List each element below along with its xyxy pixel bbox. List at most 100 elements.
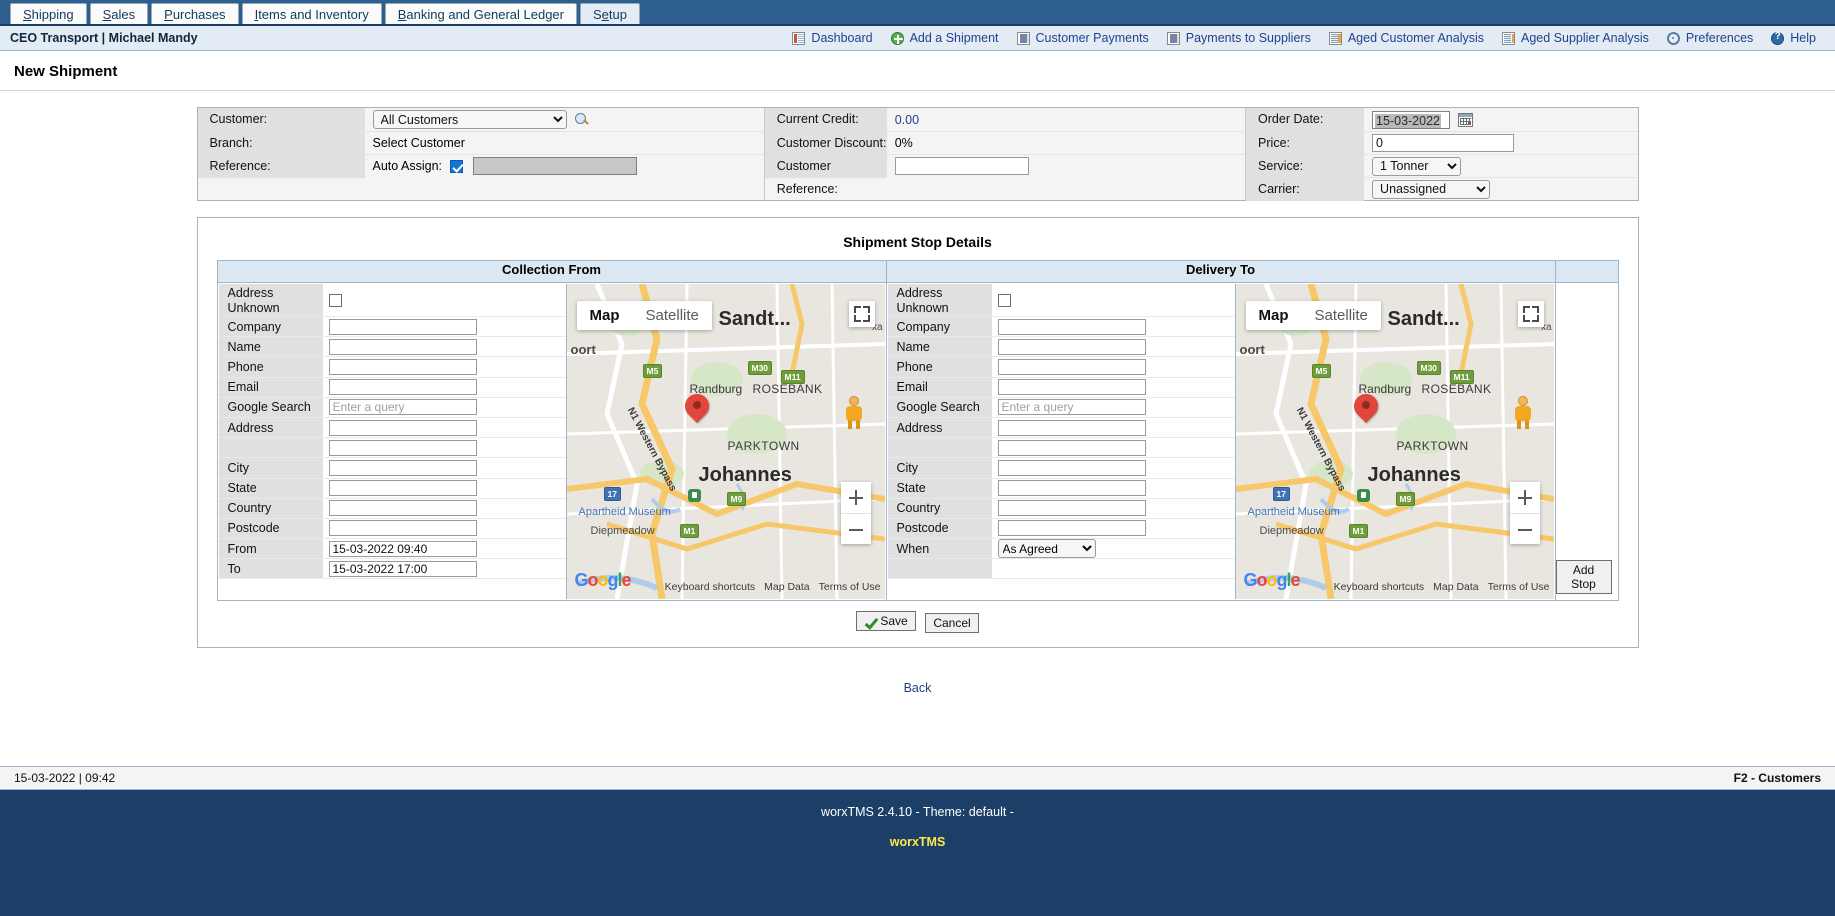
- collection-phone-input[interactable]: [329, 359, 477, 375]
- map-data-label[interactable]: Map Data: [764, 581, 810, 593]
- price-value-cell: [1364, 132, 1637, 155]
- delivery-to-header: Delivery To: [886, 261, 1555, 283]
- toolbar-help[interactable]: Help: [1762, 31, 1825, 45]
- tab-setup[interactable]: Setup: [580, 3, 640, 24]
- book-icon: [1167, 32, 1180, 45]
- map-zoom-in-button[interactable]: [841, 482, 871, 513]
- collection-country-input[interactable]: [329, 500, 477, 516]
- add-stop-button[interactable]: Add Stop: [1556, 560, 1612, 594]
- collection-address-input[interactable]: [329, 420, 477, 436]
- collection-email-label: Email: [219, 378, 323, 397]
- delivery-address-unknown-checkbox[interactable]: [998, 294, 1011, 307]
- map-tab-satellite[interactable]: Satellite: [1302, 301, 1381, 330]
- delivery-state-input[interactable]: [998, 480, 1146, 496]
- map-zoom-out-button[interactable]: [1510, 513, 1540, 544]
- map-tab-map[interactable]: Map: [1246, 301, 1302, 330]
- map-data-label[interactable]: Map Data: [1433, 581, 1479, 593]
- tab-sales[interactable]: Sales: [90, 3, 149, 24]
- delivery-address-unknown-line1: Address: [897, 286, 943, 301]
- collection-company-input[interactable]: [329, 319, 477, 335]
- toolbar-preferences[interactable]: Preferences: [1658, 31, 1762, 45]
- delivery-city-input[interactable]: [998, 460, 1146, 476]
- calendar-icon[interactable]: [1458, 113, 1473, 127]
- collection-postcode-input[interactable]: [329, 520, 477, 536]
- delivery-country-input[interactable]: [998, 500, 1146, 516]
- search-icon[interactable]: [575, 113, 589, 127]
- order-date-text: 15-03-2022: [1375, 114, 1441, 128]
- collection-name-input[interactable]: [329, 339, 477, 355]
- shipment-stop-details-panel: Shipment Stop Details Collection From De…: [197, 217, 1639, 648]
- price-input[interactable]: [1372, 134, 1514, 152]
- map-fullscreen-button[interactable]: [849, 301, 875, 327]
- delivery-name-input[interactable]: [998, 339, 1146, 355]
- current-credit-label: Current Credit:: [765, 108, 887, 131]
- customer-select[interactable]: All Customers: [373, 110, 567, 129]
- back-link[interactable]: Back: [904, 681, 932, 695]
- collection-city-label: City: [219, 458, 323, 477]
- map-tab-map[interactable]: Map: [577, 301, 633, 330]
- auto-assign-checkbox[interactable]: [450, 160, 463, 173]
- toolbar-payments-to-suppliers[interactable]: Payments to Suppliers: [1158, 31, 1320, 45]
- reference-input[interactable]: [473, 157, 637, 175]
- tab-banking-and-general-ledger[interactable]: Banking and General Ledger: [385, 3, 577, 24]
- street-view-pegman-icon[interactable]: [1512, 396, 1534, 430]
- street-view-pegman-icon[interactable]: [843, 396, 865, 430]
- footer-brand-link[interactable]: worxTMS: [0, 819, 1835, 849]
- collection-to-input[interactable]: [329, 561, 477, 577]
- map-keyboard-shortcuts[interactable]: Keyboard shortcuts: [665, 581, 755, 593]
- delivery-phone-label: Phone: [888, 357, 992, 376]
- price-label: Price:: [1246, 132, 1364, 155]
- tab-shipping[interactable]: Shipping: [10, 3, 87, 24]
- toolbar-dashboard[interactable]: Dashboard: [783, 31, 881, 45]
- collection-city-input[interactable]: [329, 460, 477, 476]
- toolbar-aged-customer-analysis[interactable]: Aged Customer Analysis: [1320, 31, 1493, 45]
- collection-email-input[interactable]: [329, 379, 477, 395]
- service-select[interactable]: 1 Tonner: [1372, 157, 1461, 176]
- delivery-row-state: State: [888, 479, 1235, 499]
- collection-address-unknown-checkbox[interactable]: [329, 294, 342, 307]
- tab-purchases[interactable]: Purchases: [151, 3, 238, 24]
- map-keyboard-shortcuts[interactable]: Keyboard shortcuts: [1334, 581, 1424, 593]
- map-zoom-in-button[interactable]: [1510, 482, 1540, 513]
- tab-items-and-inventory[interactable]: Items and Inventory: [242, 3, 382, 24]
- save-button[interactable]: Save: [856, 611, 915, 631]
- delivery-company-input[interactable]: [998, 319, 1146, 335]
- delivery-phone-input[interactable]: [998, 359, 1146, 375]
- toolbar-customer-payments[interactable]: Customer Payments: [1008, 31, 1158, 45]
- toolbar-add-a-shipment[interactable]: Add a Shipment: [882, 31, 1008, 45]
- map-tab-satellite[interactable]: Satellite: [633, 301, 712, 330]
- delivery-address2-input[interactable]: [998, 440, 1146, 456]
- collection-from-input[interactable]: [329, 541, 477, 557]
- row-order-date: Order Date: 15-03-2022: [1246, 108, 1637, 131]
- delivery-row-city: City: [888, 458, 1235, 478]
- cancel-button[interactable]: Cancel: [925, 613, 978, 633]
- carrier-value-cell: Unassigned: [1364, 178, 1637, 201]
- delivery-address-input[interactable]: [998, 420, 1146, 436]
- map-zoom-out-button[interactable]: [841, 513, 871, 544]
- collection-row-address: Address: [219, 418, 566, 438]
- delivery-when-select[interactable]: As Agreed: [998, 539, 1096, 558]
- map-shield-m5: M5: [1312, 364, 1332, 378]
- collection-row-state: State: [219, 479, 566, 499]
- map-terms-of-use[interactable]: Terms of Use: [819, 581, 881, 593]
- map-fullscreen-button[interactable]: [1518, 301, 1544, 327]
- toolbar-help-label: Help: [1790, 31, 1816, 45]
- delivery-row-company: Company: [888, 317, 1235, 337]
- collection-address2-input[interactable]: [329, 440, 477, 456]
- carrier-select[interactable]: Unassigned: [1372, 180, 1490, 199]
- toolbar-aged-supplier-analysis[interactable]: Aged Supplier Analysis: [1493, 31, 1658, 45]
- collection-google-search-input[interactable]: [329, 399, 477, 415]
- delivery-google-search-input[interactable]: [998, 399, 1146, 415]
- delivery-map[interactable]: oort Sandt... xa Randburg ROSEBANK PARKT…: [1236, 284, 1554, 599]
- reference-label: Reference:: [198, 155, 365, 178]
- customer-reference-input[interactable]: [895, 157, 1029, 175]
- collection-state-input[interactable]: [329, 480, 477, 496]
- order-date-input[interactable]: 15-03-2022: [1372, 111, 1450, 129]
- page-body: New Shipment Customer: All Customers: [0, 51, 1835, 773]
- map-terms-of-use[interactable]: Terms of Use: [1488, 581, 1550, 593]
- collection-map[interactable]: oort Sandt... xa Randburg ROSEBANK PARKT…: [567, 284, 885, 599]
- delivery-email-input[interactable]: [998, 379, 1146, 395]
- status-hint: F2 - Customers: [1734, 771, 1821, 785]
- delivery-postcode-input[interactable]: [998, 520, 1146, 536]
- current-user-label: CEO Transport | Michael Mandy: [10, 31, 198, 45]
